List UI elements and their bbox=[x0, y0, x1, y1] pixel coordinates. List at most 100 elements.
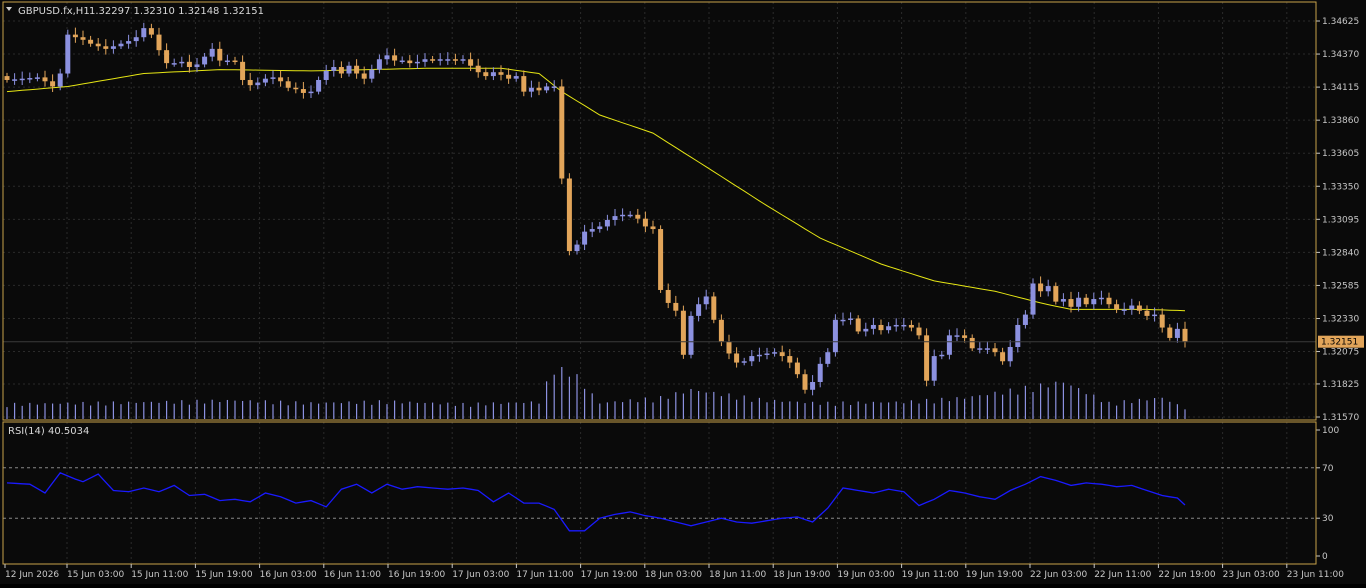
bear-candle[interactable] bbox=[278, 77, 284, 82]
bull-candle[interactable] bbox=[437, 59, 443, 61]
bear-candle[interactable] bbox=[483, 72, 489, 77]
bull-candle[interactable] bbox=[422, 59, 428, 62]
bear-candle[interactable] bbox=[338, 67, 344, 74]
bull-candle[interactable] bbox=[1076, 297, 1082, 307]
bull-candle[interactable] bbox=[255, 82, 261, 86]
bear-candle[interactable] bbox=[1144, 310, 1150, 316]
bull-candle[interactable] bbox=[202, 56, 208, 65]
bear-candle[interactable] bbox=[80, 37, 86, 40]
bull-candle[interactable] bbox=[308, 91, 314, 94]
bull-candle[interactable] bbox=[901, 324, 907, 327]
bear-candle[interactable] bbox=[452, 59, 458, 61]
bull-candle[interactable] bbox=[939, 354, 945, 357]
bear-candle[interactable] bbox=[635, 214, 641, 219]
bear-candle[interactable] bbox=[734, 353, 740, 363]
bear-candle[interactable] bbox=[407, 60, 413, 64]
bear-candle[interactable] bbox=[726, 341, 732, 354]
bull-candle[interactable] bbox=[12, 79, 18, 81]
bull-candle[interactable] bbox=[1060, 299, 1066, 302]
bear-candle[interactable] bbox=[72, 34, 78, 38]
bear-candle[interactable] bbox=[1038, 283, 1044, 292]
bull-candle[interactable] bbox=[817, 363, 823, 383]
bull-candle[interactable] bbox=[1174, 328, 1180, 338]
bull-candle[interactable] bbox=[1007, 347, 1013, 362]
bull-candle[interactable] bbox=[224, 60, 230, 63]
bull-candle[interactable] bbox=[126, 41, 132, 44]
bull-candle[interactable] bbox=[270, 77, 276, 79]
bear-candle[interactable] bbox=[1000, 352, 1006, 362]
bull-candle[interactable] bbox=[19, 78, 25, 81]
bull-candle[interactable] bbox=[688, 315, 694, 355]
bear-candle[interactable] bbox=[88, 39, 94, 44]
bear-candle[interactable] bbox=[658, 229, 664, 290]
trading-chart-window[interactable]: 1.34625 1.34370 1.34115 1.33860 1.33605 1.333… bbox=[0, 0, 1366, 584]
bear-candle[interactable] bbox=[650, 226, 656, 230]
bear-candle[interactable] bbox=[1159, 314, 1165, 328]
bull-candle[interactable] bbox=[589, 229, 595, 232]
bull-candle[interactable] bbox=[445, 59, 451, 61]
bear-candle[interactable] bbox=[1053, 286, 1059, 302]
bear-candle[interactable] bbox=[1114, 304, 1120, 310]
bull-candle[interactable] bbox=[627, 214, 633, 217]
bull-candle[interactable] bbox=[399, 60, 405, 63]
bull-candle[interactable] bbox=[597, 226, 603, 230]
bull-candle[interactable] bbox=[840, 319, 846, 322]
bull-candle[interactable] bbox=[57, 73, 63, 87]
bull-candle[interactable] bbox=[1129, 305, 1135, 310]
bear-candle[interactable] bbox=[361, 73, 367, 79]
bear-candle[interactable] bbox=[42, 77, 48, 82]
bear-candle[interactable] bbox=[354, 65, 360, 74]
bear-candle[interactable] bbox=[855, 318, 861, 332]
bull-candle[interactable] bbox=[612, 216, 618, 220]
bear-candle[interactable] bbox=[392, 55, 398, 61]
bear-candle[interactable] bbox=[156, 34, 162, 51]
bull-candle[interactable] bbox=[1091, 299, 1097, 305]
bear-candle[interactable] bbox=[718, 319, 724, 342]
bull-candle[interactable] bbox=[65, 34, 71, 74]
bull-candle[interactable] bbox=[848, 318, 854, 320]
bull-candle[interactable] bbox=[331, 67, 337, 71]
bear-candle[interactable] bbox=[673, 302, 679, 311]
bull-candle[interactable] bbox=[528, 87, 534, 92]
bear-candle[interactable] bbox=[164, 50, 170, 64]
bull-candle[interactable] bbox=[376, 59, 382, 70]
bull-candle[interactable] bbox=[946, 335, 952, 355]
bear-candle[interactable] bbox=[521, 76, 527, 92]
bear-candle[interactable] bbox=[779, 352, 785, 357]
bull-candle[interactable] bbox=[604, 219, 610, 227]
bear-candle[interactable] bbox=[642, 218, 648, 227]
bear-candle[interactable] bbox=[908, 324, 914, 328]
bull-candle[interactable] bbox=[194, 64, 200, 68]
bull-candle[interactable] bbox=[323, 70, 329, 80]
bull-candle[interactable] bbox=[209, 48, 215, 57]
bull-candle[interactable] bbox=[369, 69, 375, 79]
bull-candle[interactable] bbox=[1030, 283, 1036, 315]
bear-candle[interactable] bbox=[566, 178, 572, 252]
bull-candle[interactable] bbox=[513, 76, 519, 79]
bull-candle[interactable] bbox=[34, 77, 40, 79]
bull-candle[interactable] bbox=[954, 335, 960, 337]
bear-candle[interactable] bbox=[794, 362, 800, 375]
bear-candle[interactable] bbox=[232, 60, 238, 63]
bear-candle[interactable] bbox=[1167, 327, 1173, 338]
bull-candle[interactable] bbox=[582, 231, 588, 245]
bull-candle[interactable] bbox=[141, 28, 147, 38]
bull-candle[interactable] bbox=[1152, 314, 1158, 317]
bull-candle[interactable] bbox=[262, 78, 268, 83]
bull-candle[interactable] bbox=[460, 59, 466, 61]
bear-candle[interactable] bbox=[787, 356, 793, 363]
bull-candle[interactable] bbox=[756, 354, 762, 357]
bull-candle[interactable] bbox=[863, 328, 869, 332]
bull-candle[interactable] bbox=[810, 382, 816, 390]
bull-candle[interactable] bbox=[490, 72, 496, 77]
bull-candle[interactable] bbox=[749, 356, 755, 362]
bear-candle[interactable] bbox=[1182, 328, 1188, 342]
bear-candle[interactable] bbox=[285, 81, 291, 88]
bear-candle[interactable] bbox=[498, 72, 504, 75]
bull-candle[interactable] bbox=[893, 324, 899, 327]
bull-candle[interactable] bbox=[179, 61, 185, 64]
bear-candle[interactable] bbox=[878, 324, 884, 331]
bear-candle[interactable] bbox=[969, 337, 975, 349]
bull-candle[interactable] bbox=[764, 353, 770, 355]
bear-candle[interactable] bbox=[1068, 299, 1074, 307]
